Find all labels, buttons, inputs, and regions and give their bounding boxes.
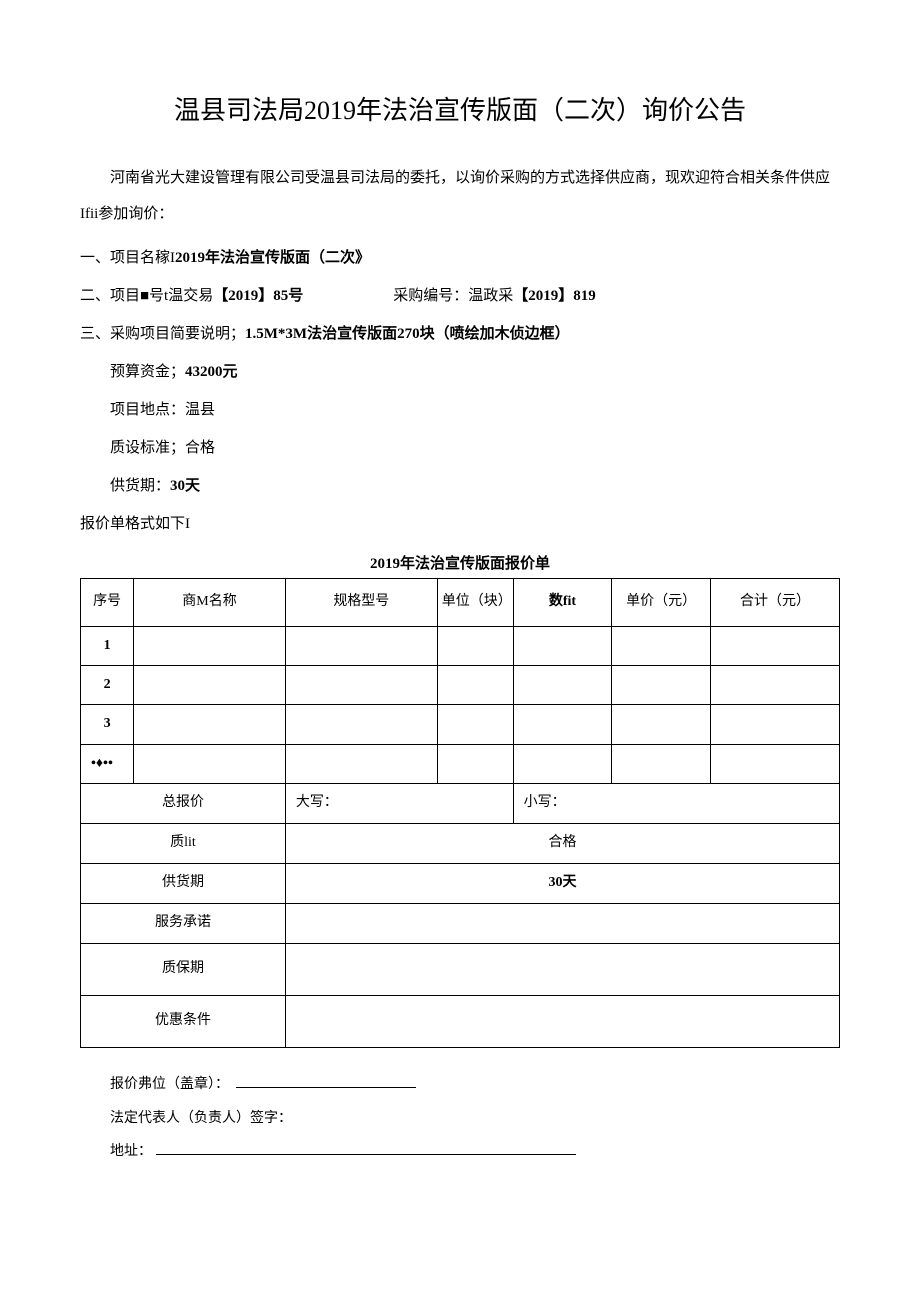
cell-seq: •♦••	[81, 744, 134, 783]
total-row: 总报价 大写： 小写：	[81, 784, 840, 824]
cell	[612, 665, 711, 704]
th-seq: 序号	[81, 578, 134, 626]
budget-value: 43200元	[185, 364, 238, 380]
cell	[710, 744, 839, 783]
sig-addr-line: 地址：	[110, 1135, 840, 1169]
signature-block: 报价弗位（盖章）： 法定代表人（负责人）签字： 地址：	[80, 1068, 840, 1169]
intro-paragraph: 河南省光大建设管理有限公司受温县司法局的委托，以询价采购的方式选择供应商，现欢迎…	[80, 160, 840, 232]
th-spec: 规格型号	[285, 578, 437, 626]
cell	[612, 705, 711, 744]
sig-rep-line: 法定代表人（负责人）签字：	[110, 1102, 840, 1136]
th-total: 合计（元）	[710, 578, 839, 626]
cell	[513, 705, 612, 744]
location-label: 项目地点：	[110, 402, 185, 418]
cell-seq: 1	[81, 626, 134, 665]
quality-label-cell: 质lit	[81, 824, 286, 864]
quality-line: 质设标准；合格	[80, 430, 840, 466]
item3-value: 1.5M*3M法治宣传版面270块（喷绘加木侦边框）	[245, 326, 570, 342]
delivery-line: 供货期：30天	[80, 468, 840, 504]
th-price: 单价（元）	[612, 578, 711, 626]
quality-value: 合格	[185, 440, 215, 456]
table-header-row: 序号 商M名称 规格型号 单位（块） 数fit 单价（元） 合计（元）	[81, 578, 840, 626]
quality-value-cell: 合格	[285, 824, 839, 864]
table-row: 2	[81, 665, 840, 704]
location-value: 温县	[185, 402, 215, 418]
delivery-value-cell: 30天	[285, 864, 839, 904]
cell-seq: 3	[81, 705, 134, 744]
item-1: 一、项目名稼I2019年法治宣传版面（二次》	[80, 240, 840, 276]
item-3: 三、采购项目简要说明；1.5M*3M法治宣传版面270块（喷绘加木侦边框）	[80, 316, 840, 352]
service-label-cell: 服务承诺	[81, 904, 286, 944]
cell	[710, 626, 839, 665]
item2-label2: 采购编号：温政采	[393, 288, 513, 304]
item-2: 二、项目■号t温交易【2019】85号 采购编号：温政采【2019】819	[80, 278, 840, 314]
sig-addr-label: 地址：	[110, 1144, 152, 1159]
item2-label: 二、项目■号t温交易	[80, 288, 213, 304]
cell	[513, 626, 612, 665]
delivery-value: 30天	[170, 478, 200, 494]
delivery-label-cell: 供货期	[81, 864, 286, 904]
sig-unit-label: 报价弗位（盖章）：	[110, 1077, 229, 1092]
th-name: 商M名称	[134, 578, 286, 626]
item1-value: 2019年法治宣传版面（二次》	[175, 250, 370, 266]
cell	[285, 626, 437, 665]
quote-table: 序号 商M名称 规格型号 单位（块） 数fit 单价（元） 合计（元） 1 2 …	[80, 578, 840, 1049]
cell	[437, 626, 513, 665]
cell-seq: 2	[81, 665, 134, 704]
xiaoxie-cell: 小写：	[513, 784, 839, 824]
table-row: 1	[81, 626, 840, 665]
cell	[285, 705, 437, 744]
th-qty: 数fit	[513, 578, 612, 626]
budget-label: 预算资金；	[110, 364, 185, 380]
cell	[437, 744, 513, 783]
form-label: 报价单格式如下I	[80, 506, 840, 542]
th-unit: 单位（块）	[437, 578, 513, 626]
cell	[134, 705, 286, 744]
item2-value: 【2019】85号	[213, 288, 303, 304]
cell	[513, 665, 612, 704]
quality-label: 质设标准；	[110, 440, 185, 456]
item1-label: 一、项目名稼I	[80, 250, 175, 266]
discount-row: 优惠条件	[81, 996, 840, 1048]
item2-value2: 【2019】819	[513, 288, 596, 304]
cell	[134, 626, 286, 665]
discount-value-cell	[285, 996, 839, 1048]
cell	[710, 665, 839, 704]
discount-label-cell: 优惠条件	[81, 996, 286, 1048]
warranty-label-cell: 质保期	[81, 944, 286, 996]
cell	[134, 665, 286, 704]
delivery-label: 供货期：	[110, 478, 170, 494]
warranty-value-cell	[285, 944, 839, 996]
cell	[285, 665, 437, 704]
cell	[285, 744, 437, 783]
sig-unit-line: 报价弗位（盖章）：	[110, 1068, 840, 1102]
cell	[612, 744, 711, 783]
location-line: 项目地点：温县	[80, 392, 840, 428]
cell	[710, 705, 839, 744]
cell	[437, 665, 513, 704]
sig-unit-underline	[236, 1074, 416, 1088]
table-row: 3	[81, 705, 840, 744]
table-row: •♦••	[81, 744, 840, 783]
warranty-row: 质保期	[81, 944, 840, 996]
quality-row: 质lit 合格	[81, 824, 840, 864]
service-row: 服务承诺	[81, 904, 840, 944]
page-title: 温县司法局2019年法治宣传版面（二次）询价公告	[80, 90, 840, 132]
cell	[437, 705, 513, 744]
budget-line: 预算资金；43200元	[80, 354, 840, 390]
service-value-cell	[285, 904, 839, 944]
total-label: 总报价	[81, 784, 286, 824]
cell	[513, 744, 612, 783]
sig-rep-label: 法定代表人（负责人）签字：	[110, 1111, 292, 1126]
cell	[612, 626, 711, 665]
item3-label: 三、采购项目简要说明；	[80, 326, 245, 342]
sig-addr-underline	[156, 1141, 576, 1155]
cell	[134, 744, 286, 783]
daxie-cell: 大写：	[285, 784, 513, 824]
delivery-row: 供货期 30天	[81, 864, 840, 904]
table-caption: 2019年法治宣传版面报价单	[80, 552, 840, 576]
